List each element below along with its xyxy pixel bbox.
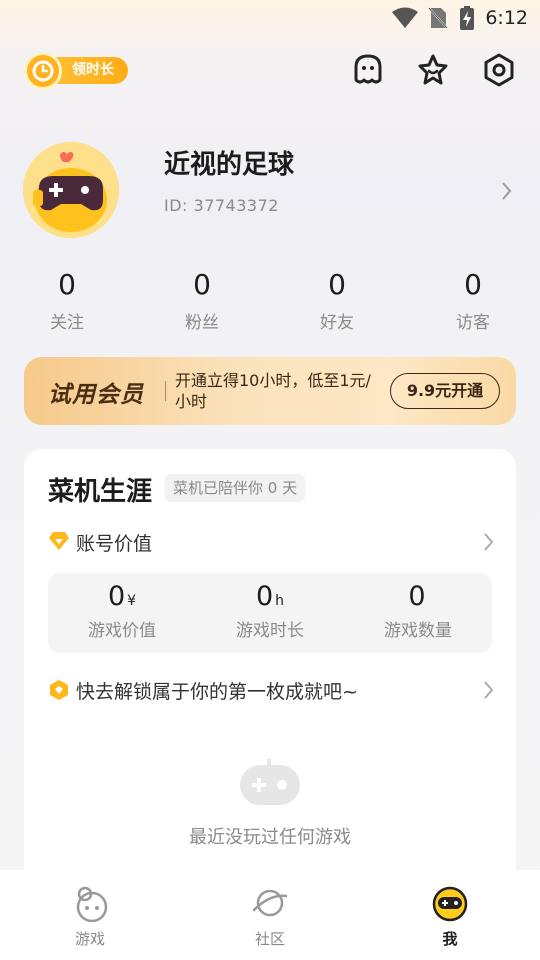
stat-fans[interactable]: 0 粉丝 [152,268,252,333]
account-value-box: 0 ¥ 游戏价值 0h 游戏时长 0 游戏数量 [48,573,492,653]
star-icon[interactable] [413,50,453,90]
game-count-stat: 0 游戏数量 [358,581,478,641]
stat-label: 访客 [456,313,490,333]
battery-charging-icon [460,6,474,30]
account-value-row[interactable]: 账号价值 [48,527,496,557]
tab-games[interactable]: 游戏 [40,884,140,949]
vip-title: 试用会员 [48,382,144,408]
stat-label: 关注 [50,313,84,333]
wifi-icon [392,7,418,28]
no-sim-icon [428,7,448,29]
value-label: 游戏价值 [88,621,156,641]
tab-community[interactable]: 社区 [220,884,320,949]
stat-following[interactable]: 0 关注 [17,268,117,333]
tab-label: 游戏 [74,930,105,948]
stat-label: 好友 [320,313,354,333]
tab-label: 社区 [254,930,285,948]
achievement-text: 快去解锁属于你的第一枚成就吧~ [76,681,358,703]
clock-coin-icon [24,52,62,90]
tab-me[interactable]: 我 [400,884,500,949]
value-number: 0 [255,581,274,612]
stat-value: 0 [328,268,346,301]
vip-trial-banner[interactable]: 试用会员 开通立得10小时，低至1元/小时 9.9元开通 [24,357,516,425]
career-card: 菜机生涯 菜机已陪伴你 0 天 账号价值 0 ¥ 游戏价值 0h 游戏时长 0 游… [24,449,516,909]
stat-friends[interactable]: 0 好友 [287,268,387,333]
empty-games-text: 最近没玩过任何游戏 [189,827,351,848]
mascot-avatar-icon [23,142,119,238]
achievement-row[interactable]: 快去解锁属于你的第一枚成就吧~ [48,675,496,705]
value-number: 0 [107,581,126,612]
chevron-right-icon[interactable] [500,180,514,202]
mascot-face-icon [432,886,468,922]
value-unit: h [275,593,285,609]
bottom-tab-bar: 游戏 社区 我 [0,870,540,960]
user-id: ID: 37743372 [164,196,279,215]
status-bar: 6:12 [0,0,540,36]
stat-visitors[interactable]: 0 访客 [423,268,523,333]
message-icon[interactable] [348,50,388,90]
stats-row: 0 关注 0 粉丝 0 好友 0 访客 [0,268,540,338]
stat-label: 粉丝 [185,313,219,333]
chevron-right-icon [484,681,494,699]
value-label: 游戏数量 [384,621,452,641]
game-value-stat: 0 ¥ 游戏价值 [62,581,182,641]
vip-description: 开通立得10小时，低至1元/小时 [175,371,371,411]
value-unit: ¥ [127,593,137,609]
settings-icon[interactable] [479,50,519,90]
status-time: 6:12 [485,7,528,29]
chevron-right-icon [484,533,494,551]
value-number: 0 [408,581,426,612]
vip-open-button[interactable]: 9.9元开通 [390,373,500,409]
game-time-stat: 0h 游戏时长 [210,581,330,641]
avatar[interactable] [23,142,119,238]
diamond-icon [49,532,69,550]
badge-icon [50,680,68,700]
nickname: 近视的足球 [164,150,295,180]
stat-value: 0 [193,268,211,301]
stat-value: 0 [58,268,76,301]
account-value-label: 账号价值 [76,533,153,555]
gamepad-icon [240,759,300,805]
planet-game-icon [76,886,108,922]
divider [165,381,166,401]
tab-label: 我 [442,930,458,948]
stat-value: 0 [464,268,482,301]
claim-time-button[interactable]: 领时长 [24,50,128,90]
companion-days-tag: 菜机已陪伴你 0 天 [165,474,306,502]
value-label: 游戏时长 [236,621,304,641]
planet-icon [252,889,288,917]
career-title: 菜机生涯 [48,477,153,507]
